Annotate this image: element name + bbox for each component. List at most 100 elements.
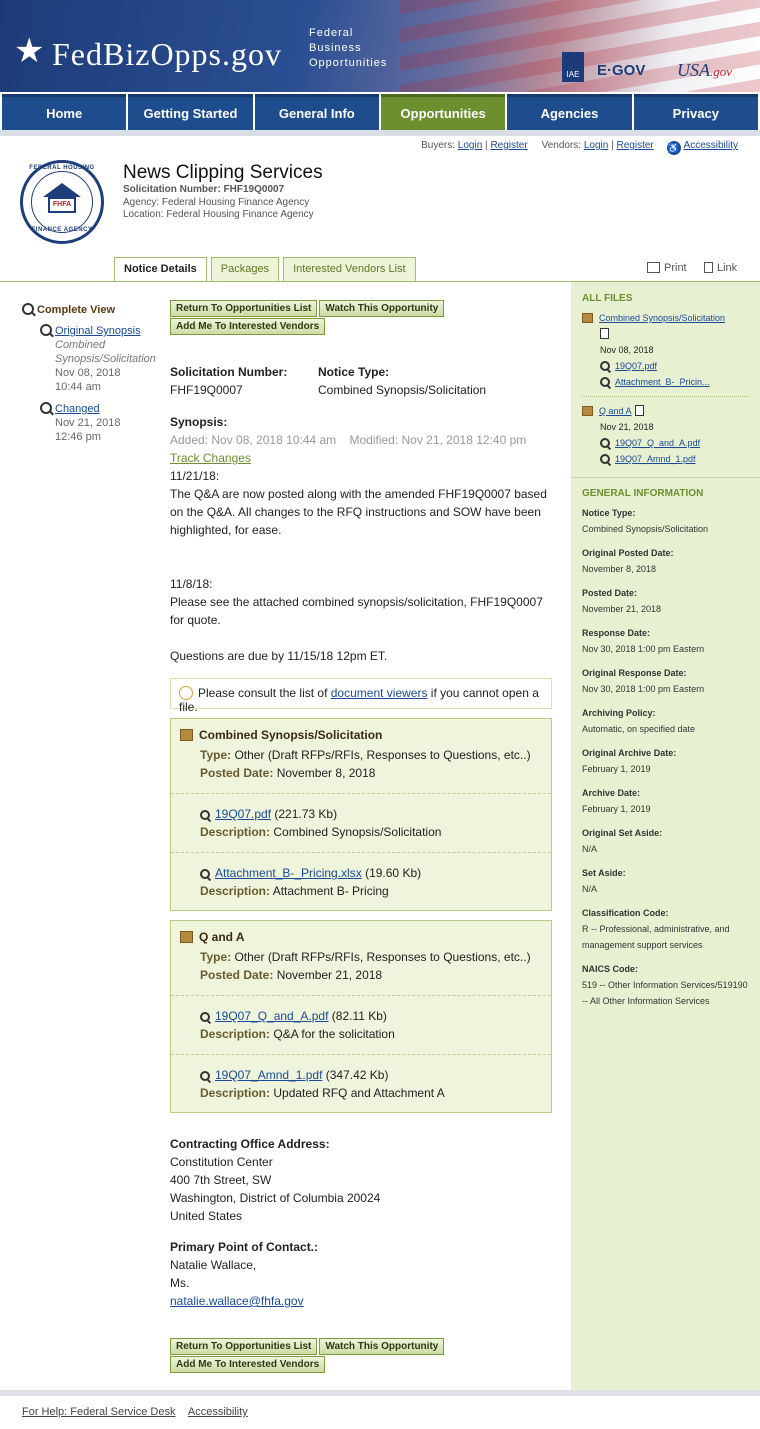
add-interested-vendor-button[interactable]: Add Me To Interested Vendors [170, 1356, 326, 1373]
package-icon [582, 406, 593, 416]
file-group-date: Nov 08, 2018 [600, 345, 654, 355]
action-buttons-top: Return To Opportunities List Watch This O… [170, 300, 552, 336]
site-logo[interactable]: FedBizOpps.gov [52, 36, 282, 73]
description-label: Description: [200, 825, 271, 839]
file-link[interactable]: 19Q07.pdf [615, 361, 657, 371]
file-group-header: Q and A [582, 403, 749, 419]
file-link[interactable]: 19Q07.pdf [215, 807, 271, 821]
print-button[interactable]: Print [647, 262, 687, 274]
update-date: 11/21/18: [170, 469, 220, 483]
separator: | [611, 140, 614, 151]
file-link[interactable]: 19Q07_Amnd_1.pdf [615, 454, 696, 464]
tab-interested-vendors[interactable]: Interested Vendors List [283, 257, 416, 281]
notice-fields: Solicitation Number: FHF19Q0007 Notice T… [170, 363, 552, 399]
nav-agencies[interactable]: Agencies [507, 94, 632, 130]
magnifier-icon [200, 1071, 210, 1081]
info-value: February 1, 2019 [582, 764, 651, 774]
accessibility-icon[interactable]: ♿ [666, 141, 681, 155]
package-header: Q and A [171, 921, 551, 948]
tab-notice-details[interactable]: Notice Details [114, 257, 207, 282]
seal-bottom-text: FINANCE AGENCY [31, 227, 93, 233]
file-link[interactable]: 19Q07_Q_and_A.pdf [215, 1009, 328, 1023]
egov-logo[interactable]: E·GOV [597, 62, 645, 79]
package-file: 19Q07_Amnd_1.pdf (347.42 Kb) Description… [171, 1054, 551, 1112]
all-files-heading: ALL FILES [582, 293, 633, 304]
magnifier-icon [200, 1012, 210, 1022]
poc-email-link[interactable]: natalie.wallace@fhfa.gov [170, 1294, 304, 1308]
footer-accessibility-link[interactable]: Accessibility [188, 1406, 248, 1418]
buyers-register-link[interactable]: Register [490, 140, 527, 151]
package-icon [180, 931, 193, 943]
lightbulb-icon [179, 686, 193, 700]
accessibility-link[interactable]: Accessibility [684, 140, 738, 151]
file-link[interactable]: Attachment_B-_Pricin... [615, 377, 710, 387]
info-label: Archiving Policy: [582, 708, 656, 718]
nav-getting-started[interactable]: Getting Started [128, 94, 253, 130]
file-group-body: Nov 08, 2018 19Q07.pdf Attachment_B-_Pri… [582, 326, 749, 390]
package-file: 19Q07.pdf (221.73 Kb) Description: Combi… [171, 793, 551, 852]
package-icon [582, 313, 593, 323]
magnifier-icon [600, 454, 610, 464]
description-label: Description: [200, 884, 271, 898]
history-item: Original Synopsis Combined Synopsis/Soli… [22, 324, 162, 394]
buyers-login-link[interactable]: Login [458, 140, 482, 151]
info-value: N/A [582, 844, 598, 854]
history-item: Changed Nov 21, 2018 12:46 pm [22, 402, 162, 444]
vendors-login-link[interactable]: Login [584, 140, 608, 151]
info-value: November 21, 2018 [582, 604, 662, 614]
usagov-logo[interactable]: USA.gov [677, 60, 732, 81]
help-desk-link[interactable]: For Help: Federal Service Desk [22, 1406, 175, 1418]
document-viewers-link[interactable]: document viewers [331, 686, 428, 700]
info-label: Posted Date: [582, 588, 638, 598]
document-icon[interactable] [634, 405, 644, 416]
notice-tabs: Notice Details Packages Interested Vendo… [114, 257, 416, 282]
package-title: Combined Synopsis/Solicitation [199, 728, 383, 742]
tab-packages[interactable]: Packages [210, 257, 280, 281]
synopsis-label: Synopsis: [170, 415, 228, 429]
nav-general-info[interactable]: General Info [254, 94, 379, 130]
complete-view-item[interactable]: Complete View [22, 303, 162, 316]
file-link[interactable]: 19Q07_Amnd_1.pdf [215, 1068, 322, 1082]
file-size: (19.60 Kb) [365, 866, 422, 880]
magnifier-icon [40, 402, 52, 414]
divider [582, 396, 749, 397]
nav-home[interactable]: Home [2, 94, 127, 130]
changed-link[interactable]: Changed [55, 403, 100, 415]
address-line: Constitution Center [170, 1155, 273, 1169]
track-changes-link[interactable]: Track Changes [170, 451, 251, 465]
address-line: Washington, District of Columbia 20024 [170, 1191, 381, 1205]
file-group-link[interactable]: Combined Synopsis/Solicitation [599, 313, 725, 323]
file-group-link[interactable]: Q and A [599, 406, 632, 416]
file-size: (347.42 Kb) [325, 1068, 389, 1082]
office-label: Contracting Office Address: [170, 1137, 330, 1151]
info-label: Classification Code: [582, 908, 669, 918]
type-value: Other (Draft RFPs/RFIs, Responses to Que… [234, 950, 531, 964]
solicitation-field: Solicitation Number: FHF19Q0007 [170, 363, 318, 399]
questions-due-text: Questions are due by 11/15/18 12pm ET. [170, 649, 388, 663]
history-item-type: Combined Synopsis/Solicitation [55, 339, 156, 365]
document-icon[interactable] [600, 328, 609, 339]
return-to-list-button[interactable]: Return To Opportunities List [170, 300, 318, 317]
agency-seal: FEDERAL HOUSING FHFA FINANCE AGENCY [20, 160, 104, 244]
address-line: 400 7th Street, SW [170, 1173, 272, 1187]
info-label: Notice Type: [582, 508, 636, 518]
separator: | [485, 140, 488, 151]
viewer-tip: Please consult the list of document view… [170, 678, 552, 714]
notice-main: Return To Opportunities List Watch This O… [170, 300, 552, 1374]
iae-logo[interactable]: IAE [562, 52, 584, 82]
original-synopsis-link[interactable]: Original Synopsis [55, 325, 141, 337]
vendors-register-link[interactable]: Register [617, 140, 654, 151]
magnifier-icon [600, 438, 610, 448]
file-link[interactable]: 19Q07_Q_and_A.pdf [615, 438, 700, 448]
watch-opportunity-button[interactable]: Watch This Opportunity [319, 1338, 445, 1355]
add-interested-vendor-button[interactable]: Add Me To Interested Vendors [170, 318, 326, 335]
nav-privacy[interactable]: Privacy [633, 94, 758, 130]
link-button[interactable]: Link [704, 262, 737, 274]
info-value: N/A [582, 884, 598, 894]
file-link[interactable]: Attachment_B-_Pricing.xlsx [215, 866, 362, 880]
watch-opportunity-button[interactable]: Watch This Opportunity [319, 300, 445, 317]
nav-opportunities[interactable]: Opportunities [380, 94, 506, 130]
info-label: Original Posted Date: [582, 548, 674, 558]
return-to-list-button[interactable]: Return To Opportunities List [170, 1338, 318, 1355]
